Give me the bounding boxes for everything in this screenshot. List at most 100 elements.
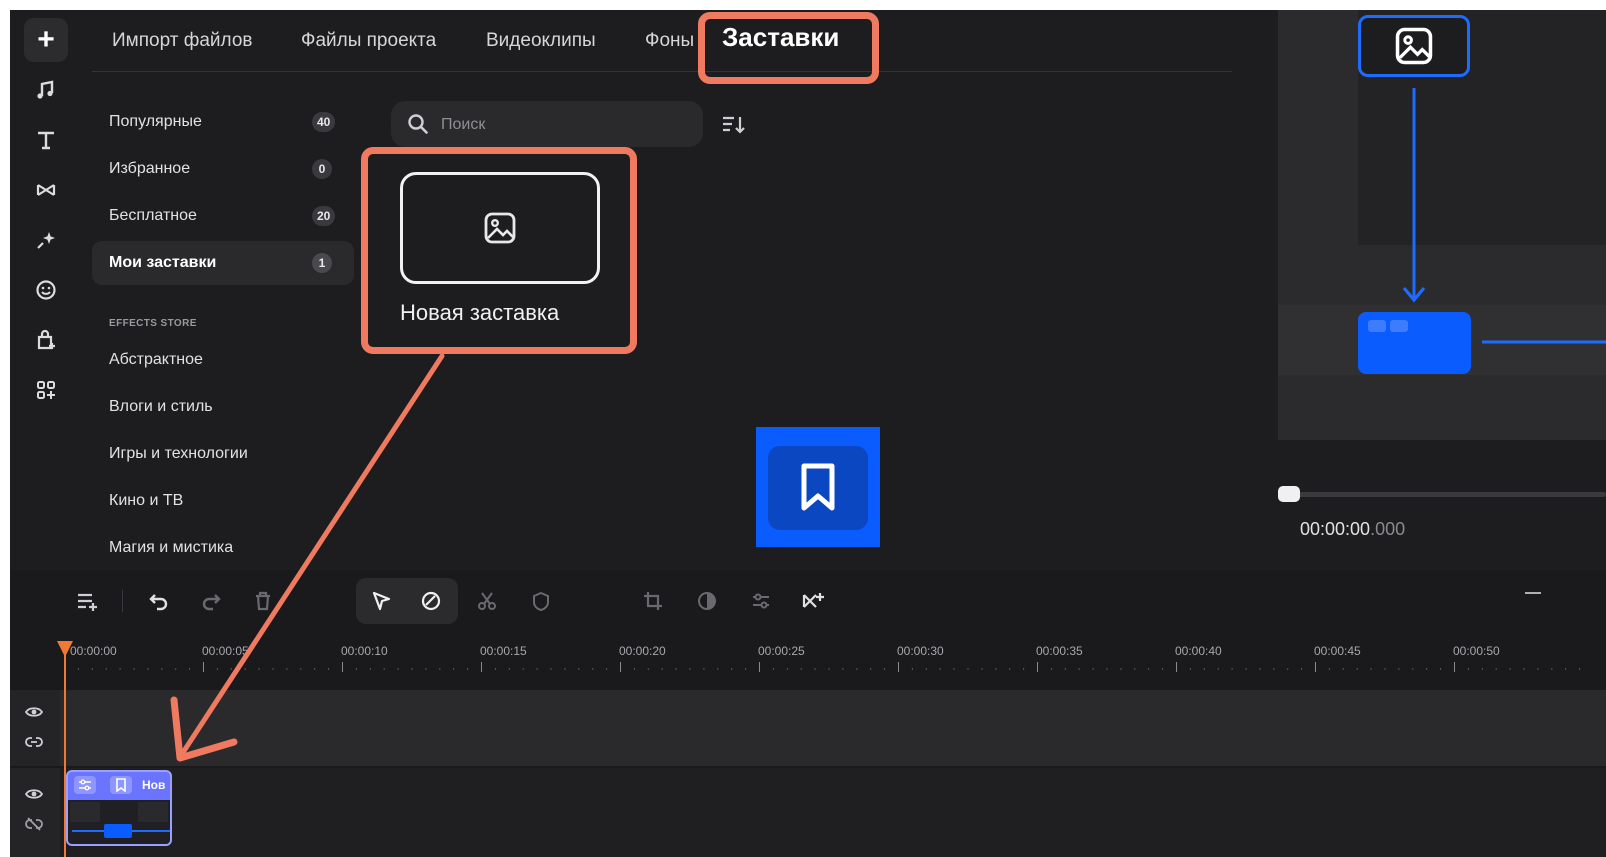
add-plus-icon[interactable]: + [24,18,68,62]
clip-bookmark-icon[interactable] [110,776,132,794]
category-label: Бесплатное [109,207,197,224]
color-adjust-icon[interactable] [692,586,722,616]
ruler-tick [1551,668,1553,670]
transition-add-icon[interactable] [798,586,828,616]
ruler-tick [1050,668,1052,670]
ruler-tick-label: 00:00:35 [1036,644,1083,658]
ruler-tick [633,668,635,670]
ruler-tick [1162,668,1164,670]
tab-videoclips[interactable]: Видеоклипы [486,30,596,52]
settings-sliders-icon[interactable] [746,586,776,616]
intro-clip[interactable]: Нов [66,770,172,846]
ruler-tick [1384,668,1386,670]
category-my-intros[interactable]: Мои заставки 1 [92,241,354,285]
search-icon [407,113,429,135]
ruler-tick [898,662,899,672]
stickers-smile-icon[interactable] [24,268,68,312]
new-intro-card[interactable] [400,172,600,284]
clip-settings-icon[interactable] [74,776,96,794]
category-label: Избранное [109,160,191,177]
ruler-tick [1440,668,1442,670]
ruler-tick [564,668,566,670]
category-free[interactable]: Бесплатное 20 [92,194,354,238]
playhead-handle[interactable] [56,640,74,658]
ruler-tick [1176,662,1177,672]
category-popular[interactable]: Популярные 40 [92,100,354,144]
search-input[interactable] [441,113,681,137]
new-intro-label[interactable]: Новая заставка [400,300,559,326]
ruler-tick-label: 00:00:50 [1453,644,1500,658]
ruler-tick [119,668,121,670]
preview-blue-block [1358,312,1471,374]
ruler-tick [745,668,747,670]
tab-import[interactable]: Импорт файлов [112,30,252,52]
zoom-out-icon[interactable] [1525,592,1541,594]
preview-progress-bar[interactable] [1283,492,1606,497]
ruler-tick [1148,668,1150,670]
ruler-tick [1273,668,1275,670]
ruler-tick [911,668,913,670]
text-icon[interactable] [24,118,68,162]
ruler-tick [800,668,802,670]
ruler-tick [1301,668,1303,670]
category-count-badge: 1 [312,253,332,273]
eye-icon[interactable] [24,784,44,804]
unlink-icon[interactable] [24,814,44,834]
ruler-tick [1231,668,1233,670]
ruler-tick [481,662,482,672]
clip-thumb-region [138,802,168,822]
more-apps-icon[interactable] [24,368,68,412]
bookmark-icon [768,446,868,530]
ruler-tick [1064,668,1066,670]
ruler-tick [1537,668,1539,670]
ruler-tick [1454,662,1455,672]
app-window: + Импорт файлов Файлы проекта Видеоклипы… [10,10,1606,857]
ruler-tick [620,662,621,672]
music-icon[interactable] [24,68,68,112]
ruler-tick [953,668,955,670]
ruler-tick [814,668,816,670]
effects-store-heading: EFFECTS STORE [109,318,197,329]
ruler-tick [759,662,760,672]
ruler-tick [661,668,663,670]
ruler-tick [717,668,719,670]
tab-intros[interactable]: Заставки [722,22,839,53]
cut-scissors-icon[interactable] [472,586,502,616]
ruler-tick [77,668,79,670]
ruler-tick [1189,668,1191,670]
store-bag-icon[interactable] [24,318,68,362]
timeline-track-2[interactable] [10,768,1606,857]
category-count-badge: 20 [312,206,336,226]
category-count-badge: 40 [312,112,336,132]
ruler-tick [105,668,107,670]
ruler-tick [467,668,469,670]
tab-backgrounds[interactable]: Фоны [645,30,694,52]
tab-project-files[interactable]: Файлы проекта [301,30,436,52]
ruler-tick [1481,668,1483,670]
tool-rail: + [10,10,82,570]
category-label: Мои заставки [109,254,217,271]
effects-sparkle-icon[interactable] [24,218,68,262]
preview-chip [1390,320,1408,332]
sort-icon[interactable] [718,110,748,140]
ruler-tick [981,668,983,670]
eye-icon[interactable] [24,702,44,722]
transitions-icon[interactable] [24,168,68,212]
link-icon[interactable] [24,732,44,752]
preview-progress-knob[interactable] [1278,486,1300,502]
ruler-tick [133,668,135,670]
ruler-tick-label: 00:00:30 [897,644,944,658]
ruler-tick [925,668,927,670]
add-track-icon[interactable] [72,586,102,616]
category-favorites[interactable]: Избранное 0 [92,147,354,191]
crop-icon[interactable] [638,586,668,616]
shield-icon[interactable] [526,586,556,616]
clip-thumb-region [70,802,100,822]
ruler-tick [1120,668,1122,670]
ruler-tick [939,668,941,670]
annotation-arrow [170,353,445,762]
ruler-tick [967,668,969,670]
clip-thumb-block [104,824,132,838]
playhead-line[interactable] [64,642,66,857]
ruler-tick [550,668,552,670]
